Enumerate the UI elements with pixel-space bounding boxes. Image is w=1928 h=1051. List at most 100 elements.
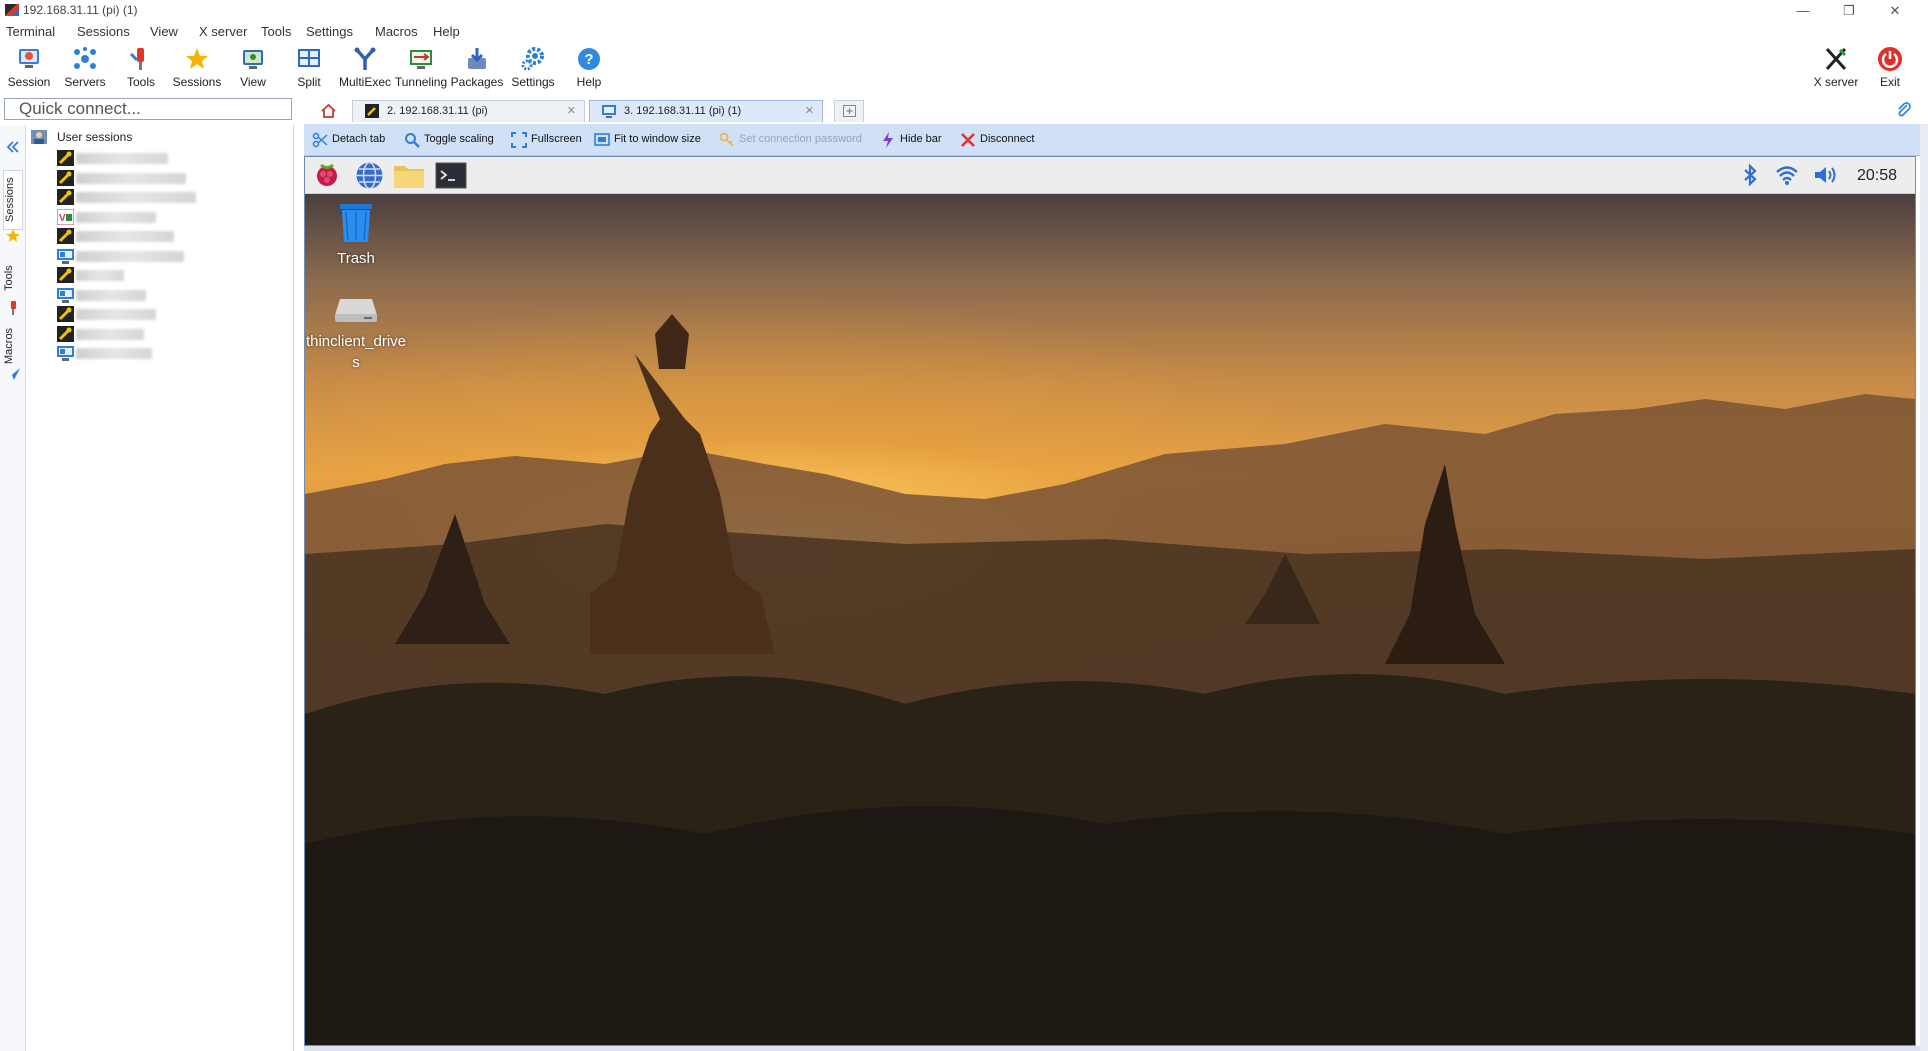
servers-button[interactable]: Servers: [57, 42, 113, 94]
right-edge: [1920, 124, 1928, 1051]
quick-connect-input[interactable]: [4, 98, 292, 120]
gear-icon: [521, 47, 544, 71]
menu-help[interactable]: Help: [433, 24, 460, 39]
desktop-icon-thinclient-drives[interactable]: thinclient_drives: [305, 297, 411, 373]
star-icon: [6, 229, 20, 242]
web-browser-icon[interactable]: [355, 161, 384, 190]
split-button[interactable]: Split: [281, 42, 337, 94]
session-item[interactable]: [57, 305, 257, 323]
close-tab-icon[interactable]: ✕: [567, 101, 576, 121]
menu-x-server[interactable]: X server: [199, 24, 247, 39]
home-tab[interactable]: [304, 100, 344, 122]
disconnect-label: Disconnect: [980, 133, 1035, 145]
menu-sessions[interactable]: Sessions: [77, 24, 130, 39]
session-item[interactable]: [57, 325, 257, 343]
ssh-icon: [57, 267, 74, 283]
tab-session-2-label: 2. 192.168.31.11 (pi): [387, 105, 488, 117]
fit-to-window-button[interactable]: Fit to window size: [594, 133, 701, 149]
wifi-icon[interactable]: [1775, 163, 1799, 187]
tab-sessions[interactable]: Sessions: [3, 170, 23, 230]
tab-session-3[interactable]: 3. 192.168.31.11 (pi) (1) ✕: [589, 100, 823, 122]
tools-button[interactable]: Tools: [113, 42, 169, 94]
menu-settings[interactable]: Settings: [306, 24, 353, 39]
help-button-label: Help: [576, 75, 602, 89]
session-item[interactable]: V: [57, 208, 257, 226]
minimize-button[interactable]: —: [1780, 0, 1826, 21]
close-button[interactable]: ✕: [1872, 0, 1918, 21]
macro-icon: [6, 368, 20, 380]
paperclip-icon[interactable]: [1896, 102, 1912, 118]
menu-terminal[interactable]: Terminal: [6, 24, 55, 39]
session-name-redacted: [76, 289, 146, 301]
help-button[interactable]: ? Help: [561, 42, 617, 94]
session-item[interactable]: [57, 266, 257, 284]
disconnect-button[interactable]: Disconnect: [960, 133, 1034, 149]
rdp-icon: [57, 248, 74, 264]
fit-to-window-label: Fit to window size: [614, 133, 701, 145]
set-connection-password-button[interactable]: Set connection password: [719, 132, 862, 149]
toggle-scaling-button[interactable]: Toggle scaling: [404, 133, 494, 149]
session-item[interactable]: [57, 188, 257, 206]
packages-button[interactable]: Packages: [449, 42, 505, 94]
session-button[interactable]: Session: [1, 42, 57, 94]
user-sessions-label[interactable]: User sessions: [57, 130, 132, 144]
x-server-button[interactable]: X server: [1806, 42, 1866, 94]
session-name-redacted: [76, 309, 156, 320]
bottom-edge: [304, 1046, 1920, 1051]
menu-bar: Terminal Sessions View X server Tools Se…: [0, 21, 1928, 41]
restore-button[interactable]: ❐: [1826, 0, 1872, 21]
split-button-label: Split: [297, 75, 321, 89]
detach-tab-button[interactable]: Detach tab: [312, 132, 385, 149]
tab-session-2[interactable]: 2. 192.168.31.11 (pi) ✕: [352, 100, 585, 122]
settings-button-label: Settings: [511, 75, 555, 89]
session-item[interactable]: [57, 149, 257, 167]
servers-icon: [74, 47, 96, 69]
remote-desktop-view[interactable]: 20:58 Trash thinclient_drives: [304, 156, 1916, 1046]
star-icon: [186, 48, 208, 69]
set-connection-password-label: Set connection password: [739, 133, 862, 145]
session-name-redacted: [76, 270, 124, 281]
exit-button[interactable]: Exit: [1862, 42, 1918, 94]
session-name-redacted: [76, 153, 168, 164]
multiexec-button-label: MultiExec: [338, 75, 391, 89]
magnifier-icon: [405, 133, 420, 148]
menu-macros[interactable]: Macros: [375, 24, 418, 39]
new-tab-button[interactable]: [834, 100, 864, 122]
trash-label: Trash: [337, 250, 375, 267]
ssh-icon: [57, 306, 74, 322]
raspberry-menu-icon[interactable]: [313, 161, 341, 189]
multiexec-button[interactable]: MultiExec: [337, 42, 393, 94]
menu-tools[interactable]: Tools: [261, 24, 291, 39]
ssh-icon: [365, 104, 379, 118]
volume-icon[interactable]: [1813, 164, 1837, 186]
session-item[interactable]: [57, 227, 257, 245]
rdp-icon: [602, 105, 616, 118]
exit-button-label: Exit: [1879, 75, 1900, 89]
ssh-icon: [57, 228, 74, 244]
tunneling-button[interactable]: Tunneling: [393, 42, 449, 94]
fullscreen-button[interactable]: Fullscreen: [511, 132, 582, 149]
tab-macros[interactable]: Macros: [3, 322, 23, 370]
view-button-label: View: [240, 75, 266, 89]
title-bar: 192.168.31.11 (pi) (1) — ❐ ✕: [0, 0, 1928, 21]
session-item[interactable]: [57, 344, 257, 362]
help-icon: ?: [578, 48, 600, 70]
session-item[interactable]: [57, 247, 257, 265]
session-item[interactable]: [57, 286, 257, 304]
desktop-icon-trash[interactable]: Trash: [305, 202, 411, 269]
session-item[interactable]: [57, 169, 257, 187]
file-manager-icon[interactable]: [393, 162, 425, 189]
close-tab-icon[interactable]: ✕: [805, 101, 814, 121]
view-button[interactable]: View: [225, 42, 281, 94]
menu-view[interactable]: View: [150, 24, 178, 39]
tab-tools[interactable]: Tools: [3, 257, 23, 299]
settings-button[interactable]: Settings: [505, 42, 561, 94]
sessions-button[interactable]: Sessions: [169, 42, 225, 94]
packages-icon: [468, 48, 486, 69]
terminal-icon[interactable]: [435, 162, 467, 189]
hide-bar-button[interactable]: Hide bar: [880, 132, 942, 149]
fullscreen-icon: [511, 132, 527, 148]
collapse-panel-icon[interactable]: [6, 140, 20, 154]
bluetooth-icon[interactable]: [1742, 163, 1758, 187]
user-sessions-icon: [31, 130, 47, 144]
